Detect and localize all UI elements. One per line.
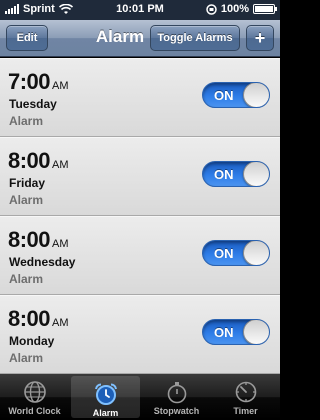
alarm-label: Alarm	[9, 114, 44, 128]
switch-knob[interactable]	[243, 320, 269, 344]
alarm-row[interactable]: 8:00 AM Friday Alarm ON	[0, 137, 280, 216]
alarm-repeat-day: Monday	[9, 334, 55, 348]
alarm-label: Alarm	[9, 351, 44, 365]
alarm-toggle-switch[interactable]: ON	[202, 240, 270, 266]
alarm-ampm: AM	[52, 80, 69, 92]
battery-percent: 100%	[220, 3, 249, 15]
alarm-toggle-switch[interactable]: ON	[202, 161, 270, 187]
alarm-row[interactable]: 7:00 AM Tuesday Alarm ON	[0, 58, 280, 137]
tab-label: World Clock	[8, 406, 61, 416]
switch-state-label: ON	[214, 167, 234, 182]
tab-timer[interactable]: Timer	[211, 374, 280, 420]
tab-label: Timer	[233, 406, 258, 416]
alarm-clock-icon	[93, 382, 119, 406]
switch-knob[interactable]	[243, 162, 269, 186]
tab-bar: World Clock Alarm Stopwatch Timer	[0, 374, 280, 420]
edit-button[interactable]: Edit	[6, 25, 48, 51]
alarm-ampm: AM	[52, 159, 69, 171]
alarm-time: 7:00 AM	[8, 69, 69, 95]
alarm-time: 8:00 AM	[8, 306, 69, 332]
toggle-alarms-button[interactable]: Toggle Alarms	[150, 25, 240, 51]
alarm-time-value: 8:00	[8, 306, 51, 331]
alarm-label: Alarm	[9, 193, 44, 207]
alarm-repeat-day: Friday	[9, 176, 46, 190]
alarm-toggle-switch[interactable]: ON	[202, 82, 270, 108]
alarm-time: 8:00 AM	[8, 148, 69, 174]
navigation-bar: Edit Alarm Toggle Alarms +	[0, 20, 280, 57]
switch-state-label: ON	[214, 325, 234, 340]
switch-knob[interactable]	[243, 83, 269, 107]
alarm-time-value: 7:00	[8, 69, 51, 94]
switch-state-label: ON	[214, 246, 234, 261]
alarm-toggle-switch[interactable]: ON	[202, 319, 270, 345]
alarm-time-value: 8:00	[8, 148, 51, 173]
tab-label: Stopwatch	[153, 406, 200, 416]
tab-stopwatch[interactable]: Stopwatch	[142, 374, 211, 420]
alarm-row[interactable]: 8:00 AM Wednesday Alarm ON	[0, 216, 280, 295]
stopwatch-icon	[165, 380, 189, 404]
alarm-ampm: AM	[52, 317, 69, 329]
status-bar: Sprint 10:01 PM 100%	[0, 0, 280, 20]
page-title: Alarm	[95, 27, 145, 46]
alarm-row[interactable]: 8:00 AM Monday Alarm ON	[0, 295, 280, 374]
battery-icon	[253, 4, 277, 14]
switch-state-label: ON	[214, 88, 234, 103]
status-right: 100%	[206, 3, 277, 15]
alarm-time: 8:00 AM	[8, 227, 69, 253]
globe-icon	[23, 380, 47, 404]
alarm-repeat-day: Tuesday	[9, 97, 57, 111]
orientation-lock-icon	[206, 3, 217, 15]
tab-alarm[interactable]: Alarm	[71, 376, 140, 418]
alarm-time-value: 8:00	[8, 227, 51, 252]
timer-icon	[234, 380, 258, 404]
alarm-ampm: AM	[52, 238, 69, 250]
tab-label: Alarm	[92, 408, 119, 418]
tab-world-clock[interactable]: World Clock	[0, 374, 69, 420]
alarm-list: 7:00 AM Tuesday Alarm ON 8:00 AM Friday Al…	[0, 58, 280, 374]
add-alarm-button[interactable]: +	[246, 25, 274, 51]
switch-knob[interactable]	[243, 241, 269, 265]
alarm-label: Alarm	[9, 272, 44, 286]
alarm-repeat-day: Wednesday	[9, 255, 76, 269]
